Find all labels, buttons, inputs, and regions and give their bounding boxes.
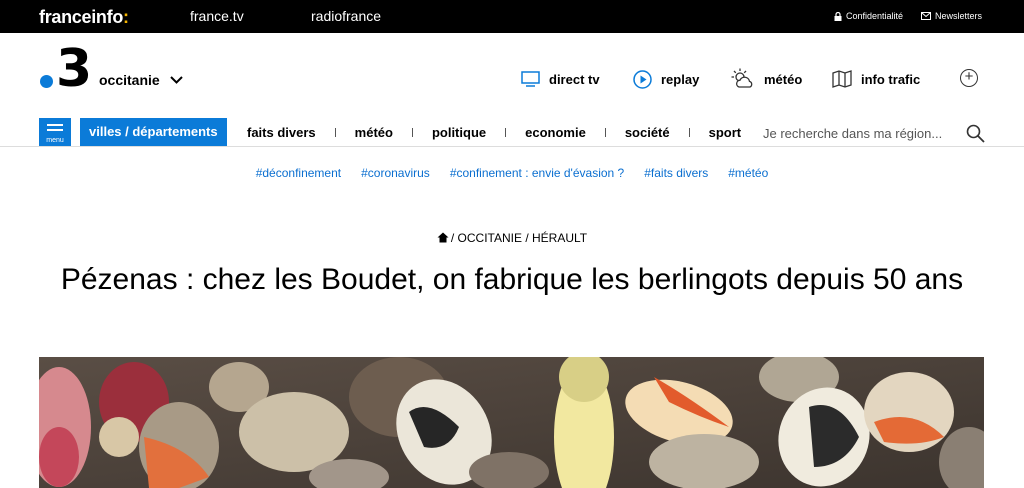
logo-dot [40,75,53,88]
newsletters-link[interactable]: Newsletters [921,11,982,21]
direct-tv-link[interactable]: direct tv [521,65,600,93]
envelope-icon [921,12,931,20]
nav-item-societe[interactable]: société [625,125,670,140]
hashtag-link[interactable]: #météo [728,166,768,180]
breadcrumb: / OCCITANIE / HÉRAULT [0,231,1024,245]
hero-photo [39,357,984,488]
info-trafic-label: info trafic [861,71,921,87]
more-button[interactable]: + [960,69,978,87]
breadcrumb-path[interactable]: / OCCITANIE / HÉRAULT [451,231,587,245]
hamburger-icon [47,124,63,134]
franceinfo-logo[interactable]: franceinfo: [39,7,129,28]
villes-departements-button[interactable]: villes / départements [80,118,227,146]
region-label: occitanie [99,72,160,88]
francetv-link[interactable]: france.tv [190,8,244,24]
nav-item-faits-divers[interactable]: faits divers [247,125,316,140]
weather-icon [731,68,753,88]
hashtag-link[interactable]: #confinement : envie d'évasion ? [450,166,624,180]
privacy-link[interactable]: Confidentialité [834,11,903,21]
meteo-label: météo [764,71,803,87]
hashtag-list: #déconfinement #coronavirus #confinement… [0,166,1024,180]
search-input[interactable] [763,126,958,141]
nav-divider [688,128,690,137]
nav-item-sport[interactable]: sport [709,125,742,140]
logo-number: 3 [56,39,93,99]
menu-button[interactable]: menu [39,118,71,146]
region-selector[interactable]: occitanie [99,72,183,88]
replay-label: replay [661,71,700,87]
play-icon [633,69,652,89]
top-bar: franceinfo: france.tv radiofrance Confid… [0,0,1024,33]
lock-icon [834,11,842,21]
privacy-label: Confidentialité [846,11,904,21]
hashtag-link[interactable]: #déconfinement [256,166,341,180]
direct-tv-label: direct tv [549,71,600,87]
tv-icon [521,71,540,87]
nav-divider [505,128,507,137]
meteo-link[interactable]: météo [731,65,802,93]
radiofrance-link[interactable]: radiofrance [311,8,381,24]
menu-label: menu [46,137,64,144]
search-bar [763,124,985,143]
main-nav: menu villes / départements faits divers … [0,117,1024,147]
hashtag-link[interactable]: #faits divers [644,166,708,180]
hashtag-link[interactable]: #coronavirus [361,166,430,180]
info-trafic-link[interactable]: info trafic [832,65,920,93]
chevron-down-icon [169,76,183,84]
replay-link[interactable]: replay [633,65,699,93]
nav-divider [604,128,606,137]
home-icon[interactable] [437,232,449,243]
map-icon [832,70,852,88]
nav-divider [411,128,413,137]
nav-item-politique[interactable]: politique [432,125,486,140]
search-icon[interactable] [966,124,985,143]
article-title: Pézenas : chez les Boudet, on fabrique l… [60,263,964,296]
nav-items: faits divers météo politique economie so… [247,125,741,140]
nav-divider [334,128,336,137]
france3-logo[interactable]: 3 occitanie [40,43,200,97]
nav-item-meteo[interactable]: météo [355,125,393,140]
newsletters-label: Newsletters [935,11,983,21]
article-hero-image [39,357,984,488]
nav-item-economie[interactable]: economie [525,125,586,140]
